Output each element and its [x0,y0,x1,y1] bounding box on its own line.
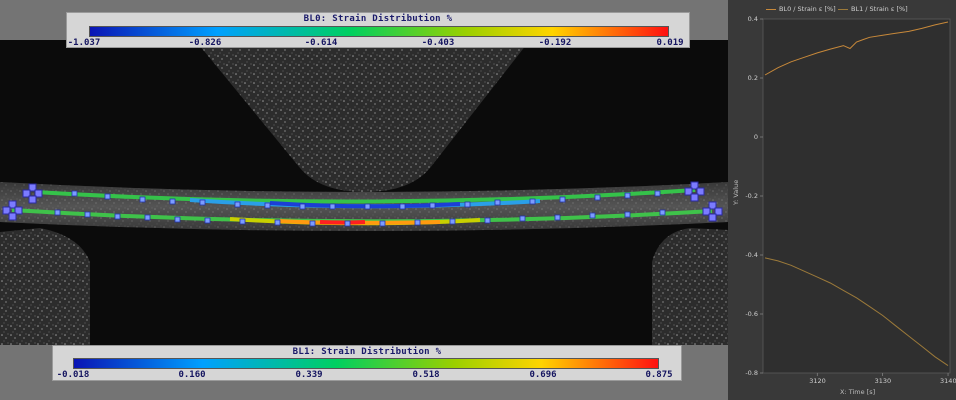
legend-bl1-tick: 0.339 [295,370,323,380]
y-tick-label: 0.4 [747,15,758,23]
x-tick-label: 3130 [874,377,892,385]
legend-bl0-title: BL0: Strain Distribution % [303,14,453,24]
legend-bl0-tick: -0.192 [538,38,572,48]
legend-bl0: BL0: Strain Distribution % -1.037 -0.826… [66,12,690,48]
legend-bl1-ticks: -0.018 0.160 0.339 0.518 0.696 0.875 [53,370,683,380]
specimen-scene [0,40,728,345]
legend-bl1-colorbar [73,358,659,369]
y-tick-label: -0.8 [745,369,758,377]
x-tick-label: 3140 [940,377,956,385]
legend-bl0-tick: -0.826 [188,38,222,48]
legend-bl0-ticks: -1.037 -0.826 -0.614 -0.403 -0.192 0.019 [67,38,691,48]
y-tick-label: -0.4 [745,251,758,259]
legend-bl1-tick: 0.875 [645,370,673,380]
left-support [0,228,90,345]
plot-area [762,18,951,374]
y-tick-label: -0.2 [745,192,758,200]
legend-bl1-tick: 0.696 [529,370,557,380]
x-tick-label: 3120 [809,377,826,385]
legend-bl0-tick: -1.037 [67,38,101,48]
y-tick-label: 0 [753,133,758,141]
legend-bl0-tick: 0.019 [656,38,684,48]
image-viewport[interactable]: BL0: Strain Distribution % -1.037 -0.826… [0,0,728,400]
legend-bl1-title: BL1: Strain Distribution % [292,347,442,357]
y-tick-label: 0.2 [747,74,758,82]
legend-bl1-tick: 0.518 [412,370,440,380]
legend-bl0-tick: -0.403 [421,38,455,48]
line-chart[interactable] [728,0,956,400]
strain-time-plot-panel: BL0 / Strain ε [%] BL1 / Strain ε [%] Y:… [728,0,956,400]
legend-bl0-tick: -0.614 [304,38,338,48]
legend-bl1-tick: -0.018 [56,370,90,380]
legend-bl1-tick: 0.160 [178,370,206,380]
y-tick-label: -0.6 [745,310,758,318]
right-support [652,228,728,345]
legend-bl1: BL1: Strain Distribution % -0.018 0.160 … [52,345,682,381]
legend-bl0-colorbar [89,26,669,37]
